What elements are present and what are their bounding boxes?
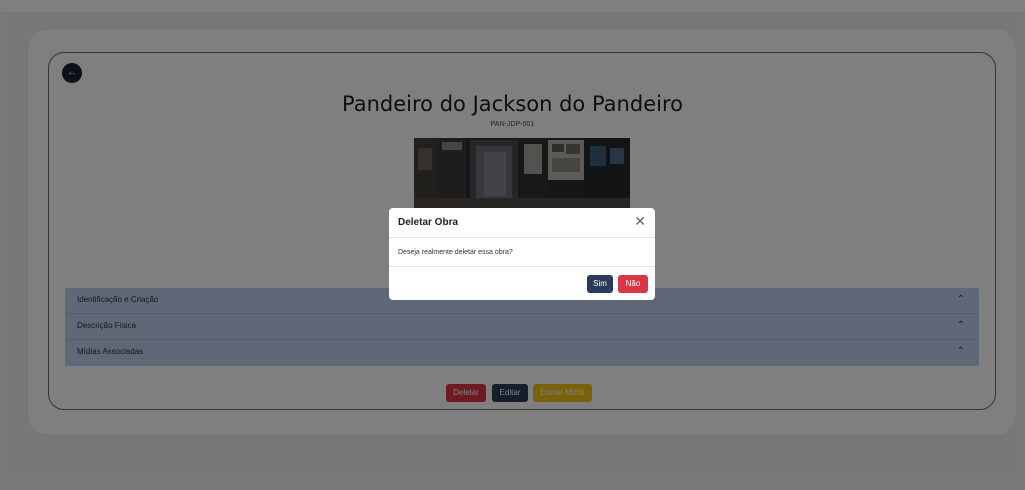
confirm-yes-button[interactable]: Sim — [587, 275, 613, 293]
modal-header: Deletar Obra ✕ — [389, 208, 655, 238]
modal-message: Deseja realmente deletar essa obra? — [398, 249, 513, 256]
modal-body: Deseja realmente deletar essa obra? — [389, 238, 655, 267]
confirm-no-button[interactable]: Não — [618, 275, 648, 293]
modal-title: Deletar Obra — [398, 217, 459, 228]
close-icon[interactable]: ✕ — [634, 213, 646, 230]
delete-confirm-modal: Deletar Obra ✕ Deseja realmente deletar … — [389, 208, 655, 300]
